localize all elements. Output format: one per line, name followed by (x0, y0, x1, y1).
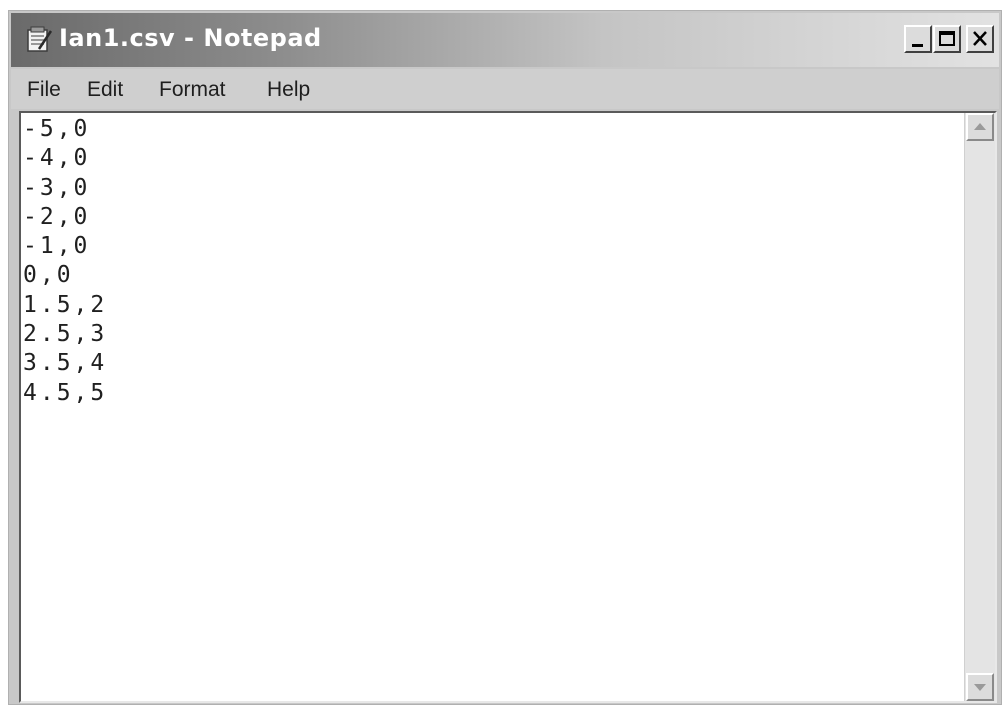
close-button[interactable] (966, 25, 994, 53)
text-line: 4.5,5 (23, 379, 108, 406)
editor-area[interactable]: -5,0 -4,0 -3,0 -2,0 -1,0 0,0 1.5,2 2.5,3… (19, 111, 997, 703)
text-line: -4,0 (23, 145, 91, 172)
text-line: 0,0 (23, 262, 74, 289)
vertical-scrollbar[interactable] (964, 113, 995, 701)
menu-file[interactable]: File (27, 78, 61, 102)
notepad-window: Ian1.csv - Notepad File Edit Format Help… (8, 10, 1002, 705)
title-bar[interactable]: Ian1.csv - Notepad (11, 13, 999, 67)
text-line: -3,0 (23, 174, 91, 201)
maximize-button[interactable] (933, 25, 961, 53)
window-title: Ian1.csv - Notepad (59, 24, 322, 52)
text-content[interactable]: -5,0 -4,0 -3,0 -2,0 -1,0 0,0 1.5,2 2.5,3… (21, 113, 965, 701)
text-line: 3.5,4 (23, 350, 108, 377)
menu-format[interactable]: Format (159, 78, 226, 102)
text-line: -1,0 (23, 233, 91, 260)
menu-help[interactable]: Help (267, 78, 310, 102)
text-line: -2,0 (23, 203, 91, 230)
text-line: 2.5,3 (23, 321, 108, 348)
minimize-button[interactable] (904, 25, 932, 53)
scroll-down-button[interactable] (966, 673, 994, 701)
menu-edit[interactable]: Edit (87, 78, 123, 102)
text-line: 1.5,2 (23, 291, 108, 318)
scroll-up-button[interactable] (966, 113, 994, 141)
notepad-icon[interactable] (25, 25, 53, 53)
menu-bar: File Edit Format Help (11, 69, 999, 109)
text-line: -5,0 (23, 116, 91, 142)
